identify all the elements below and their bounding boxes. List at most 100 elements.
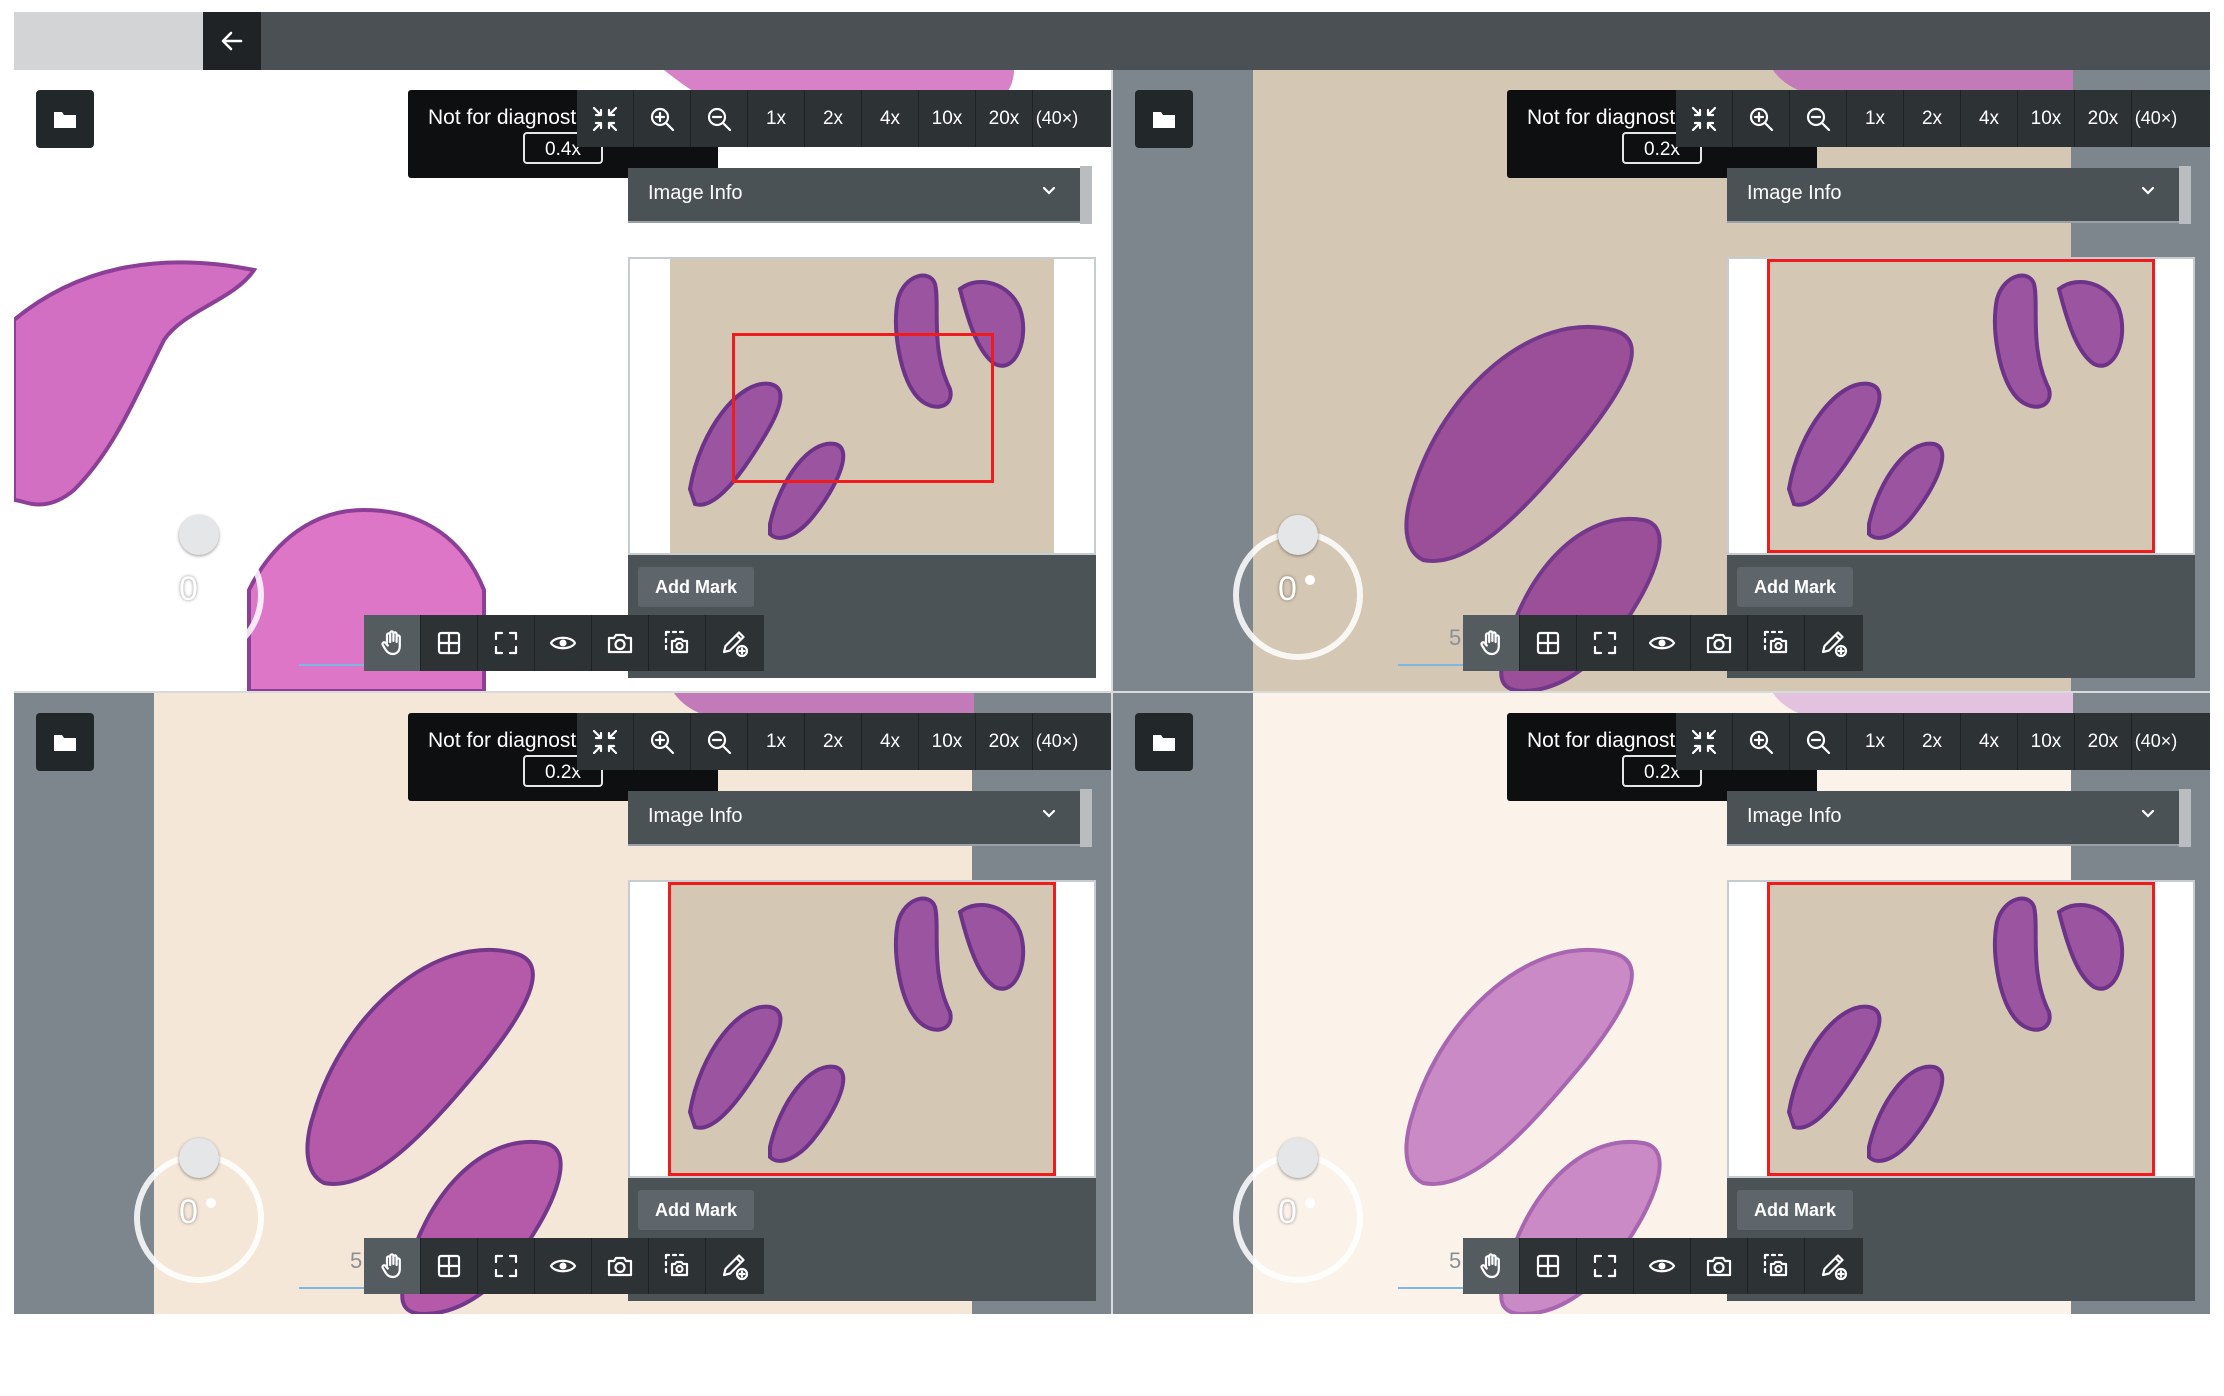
add-mark-button[interactable]: Add Mark	[1737, 1190, 1853, 1230]
open-folder-button[interactable]	[1135, 90, 1193, 148]
visibility-button[interactable]	[535, 615, 592, 671]
fullscreen-button[interactable]	[478, 615, 535, 671]
add-mark-button[interactable]: Add Mark	[638, 567, 754, 607]
pan-tool-button[interactable]	[1463, 615, 1520, 671]
zoom-1x-button[interactable]: 1x	[1847, 90, 1904, 147]
zoom-10x-button[interactable]: 10x	[919, 713, 976, 770]
zoom-4x-button[interactable]: 4x	[1961, 90, 2018, 147]
open-folder-button[interactable]	[36, 713, 94, 771]
rotation-knob[interactable]	[1278, 515, 1318, 555]
zoom-2x-button[interactable]: 2x	[1904, 90, 1961, 147]
zoom-out-button[interactable]	[691, 713, 748, 770]
overview-thumbnail[interactable]	[1727, 880, 2195, 1178]
info-scrollbar[interactable]	[2179, 166, 2191, 224]
region-capture-button[interactable]	[649, 615, 706, 671]
zoom-4x-button[interactable]: 4x	[862, 713, 919, 770]
screenshot-button[interactable]	[1691, 1238, 1748, 1294]
viewer-1[interactable]: Not for diagnost 0.4x 1x 2x 4x 10x 20x (…	[14, 70, 1111, 691]
screenshot-button[interactable]	[592, 615, 649, 671]
fullscreen-button[interactable]	[1577, 615, 1634, 671]
zoom-4x-button[interactable]: 4x	[1961, 713, 2018, 770]
zoom-40x-button[interactable]: (40×)	[2132, 713, 2180, 770]
grid-tool-button[interactable]	[1520, 615, 1577, 671]
pan-tool-button[interactable]	[364, 615, 421, 671]
open-folder-button[interactable]	[36, 90, 94, 148]
fit-screen-button[interactable]	[1676, 713, 1733, 770]
image-info-dropdown[interactable]: Image Info	[1727, 168, 2185, 223]
zoom-in-button[interactable]	[1733, 90, 1790, 147]
screenshot-button[interactable]	[592, 1238, 649, 1294]
add-mark-button[interactable]: Add Mark	[638, 1190, 754, 1230]
fit-screen-button[interactable]	[577, 90, 634, 147]
visibility-button[interactable]	[1634, 615, 1691, 671]
zoom-in-button[interactable]	[634, 90, 691, 147]
viewer-2[interactable]: Not for diagnost 0.2x 1x 2x 4x 10x 20x (…	[1113, 70, 2210, 691]
image-info-dropdown[interactable]: Image Info	[1727, 791, 2185, 846]
rotation-knob[interactable]	[179, 515, 219, 555]
eye-icon	[1648, 636, 1676, 650]
info-scrollbar[interactable]	[2179, 789, 2191, 847]
viewport-indicator[interactable]	[1767, 259, 2155, 553]
zoom-1x-button[interactable]: 1x	[1847, 713, 1904, 770]
zoom-2x-button[interactable]: 2x	[805, 713, 862, 770]
screenshot-button[interactable]	[1691, 615, 1748, 671]
viewport-indicator[interactable]	[732, 333, 994, 483]
zoom-10x-button[interactable]: 10x	[919, 90, 976, 147]
region-capture-button[interactable]	[1748, 615, 1805, 671]
rotation-knob[interactable]	[1278, 1138, 1318, 1178]
open-folder-button[interactable]	[1135, 713, 1193, 771]
fullscreen-button[interactable]	[478, 1238, 535, 1294]
pan-tool-button[interactable]	[364, 1238, 421, 1294]
image-info-dropdown[interactable]: Image Info	[628, 791, 1086, 846]
grid-tool-button[interactable]	[1520, 1238, 1577, 1294]
overview-thumbnail[interactable]	[628, 880, 1096, 1178]
zoom-2x-button[interactable]: 2x	[805, 90, 862, 147]
zoom-40x-button[interactable]: (40×)	[2132, 90, 2180, 147]
viewport-indicator[interactable]	[1767, 882, 2155, 1176]
zoom-10x-button[interactable]: 10x	[2018, 90, 2075, 147]
zoom-1x-button[interactable]: 1x	[748, 90, 805, 147]
zoom-1x-button[interactable]: 1x	[748, 713, 805, 770]
visibility-button[interactable]	[535, 1238, 592, 1294]
grid-tool-button[interactable]	[421, 1238, 478, 1294]
fullscreen-button[interactable]	[1577, 1238, 1634, 1294]
annotate-button[interactable]	[1805, 615, 1863, 671]
region-capture-button[interactable]	[649, 1238, 706, 1294]
zoom-out-button[interactable]	[1790, 90, 1847, 147]
overview-thumbnail[interactable]	[628, 257, 1096, 555]
zoom-20x-button[interactable]: 20x	[976, 90, 1033, 147]
zoom-out-button[interactable]	[1790, 713, 1847, 770]
fit-screen-button[interactable]	[1676, 90, 1733, 147]
visibility-button[interactable]	[1634, 1238, 1691, 1294]
overview-thumbnail[interactable]	[1727, 257, 2195, 555]
zoom-in-button[interactable]	[634, 713, 691, 770]
zoom-10x-button[interactable]: 10x	[2018, 713, 2075, 770]
zoom-label: 2x	[822, 107, 844, 129]
grid-tool-button[interactable]	[421, 615, 478, 671]
info-scrollbar[interactable]	[1080, 166, 1092, 224]
zoom-4x-button[interactable]: 4x	[862, 90, 919, 147]
pan-hand-icon	[1480, 630, 1500, 656]
region-capture-button[interactable]	[1748, 1238, 1805, 1294]
image-info-dropdown[interactable]: Image Info	[628, 168, 1086, 223]
zoom-40x-button[interactable]: (40×)	[1033, 90, 1081, 147]
annotate-button[interactable]	[706, 1238, 764, 1294]
zoom-20x-button[interactable]: 20x	[2075, 90, 2132, 147]
viewer-4[interactable]: Not for diagnost 0.2x 1x 2x 4x 10x 20x (…	[1113, 693, 2210, 1314]
info-scrollbar[interactable]	[1080, 789, 1092, 847]
zoom-2x-button[interactable]: 2x	[1904, 713, 1961, 770]
pan-tool-button[interactable]	[1463, 1238, 1520, 1294]
zoom-20x-button[interactable]: 20x	[2075, 713, 2132, 770]
zoom-40x-button[interactable]: (40×)	[1033, 713, 1081, 770]
viewport-indicator[interactable]	[668, 882, 1056, 1176]
zoom-out-button[interactable]	[691, 90, 748, 147]
zoom-20x-button[interactable]: 20x	[976, 713, 1033, 770]
annotate-button[interactable]	[1805, 1238, 1863, 1294]
add-mark-button[interactable]: Add Mark	[1737, 567, 1853, 607]
fit-screen-button[interactable]	[577, 713, 634, 770]
back-button[interactable]	[203, 12, 261, 70]
viewer-3[interactable]: Not for diagnost 0.2x 1x 2x 4x 10x 20x (…	[14, 693, 1111, 1314]
annotate-button[interactable]	[706, 615, 764, 671]
zoom-in-button[interactable]	[1733, 713, 1790, 770]
rotation-knob[interactable]	[179, 1138, 219, 1178]
